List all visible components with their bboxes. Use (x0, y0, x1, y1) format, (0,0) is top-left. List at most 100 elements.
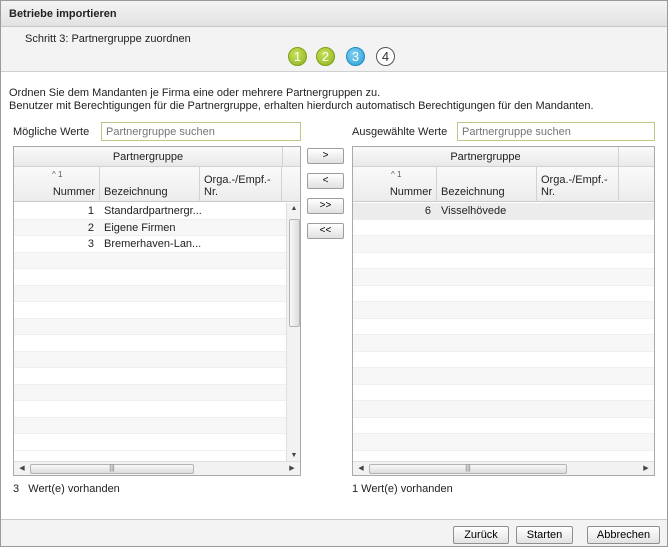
row-bezeichnung: Visselhövede (441, 205, 507, 217)
window-title: Betriebe importieren (1, 1, 667, 27)
right-hscroll-thumb[interactable]: ||| (369, 464, 567, 474)
left-count-number: 3 (13, 483, 20, 495)
empty-row (353, 220, 654, 236)
right-search-input[interactable] (457, 122, 655, 141)
remove-all-button[interactable]: << (307, 223, 344, 239)
right-col-nummer-label: Nummer (389, 186, 432, 198)
left-col-orga[interactable]: Orga.-/Empf.-Nr. (200, 167, 282, 202)
add-selected-button[interactable]: > (307, 148, 344, 164)
empty-row (353, 236, 654, 253)
left-header-spacer (282, 147, 300, 167)
remove-selected-button[interactable]: < (307, 173, 344, 189)
empty-row (353, 286, 654, 302)
row-nummer: 1 (87, 205, 94, 217)
selected-values-grid: Partnergruppe ^ 1 Nummer Bezeichnung Org… (352, 146, 655, 476)
step-4-indicator: 4 (376, 47, 395, 66)
scroll-right-icon[interactable]: ▶ (286, 464, 298, 472)
empty-row (353, 368, 654, 385)
left-search-input[interactable] (101, 122, 301, 141)
left-rows: 1 Standardpartnergr... 2 Eigene Firmen 3 Br… (14, 203, 286, 451)
row-bezeichnung: Bremerhaven-Lan... (104, 238, 202, 250)
back-button[interactable]: Zurück (453, 526, 509, 544)
scroll-left-icon[interactable]: ◀ (355, 464, 367, 472)
left-group-header: Partnergruppe (14, 147, 282, 167)
table-row[interactable]: 3 Bremerhaven-Lan... (14, 236, 286, 253)
empty-row (353, 434, 654, 451)
empty-row (353, 269, 654, 286)
scroll-down-icon[interactable]: ▼ (288, 452, 300, 459)
empty-row (14, 351, 286, 368)
empty-row (14, 302, 286, 319)
right-count: 1 Wert(e) vorhanden (352, 483, 453, 495)
right-col-orga[interactable]: Orga.-/Empf.-Nr. (537, 167, 619, 202)
left-col-nummer[interactable]: ^ 1 Nummer (14, 167, 100, 202)
empty-row (14, 269, 286, 286)
scroll-right-icon[interactable]: ▶ (640, 464, 652, 472)
left-count-text: Wert(e) vorhanden (28, 483, 120, 495)
step-1-indicator[interactable]: 1 (288, 47, 307, 66)
empty-row (14, 434, 286, 451)
left-col-bezeichnung-label: Bezeichnung (104, 186, 168, 198)
dialog-footer: Zurück Starten Abbrechen (1, 519, 667, 546)
empty-row (14, 285, 286, 302)
empty-row (14, 401, 286, 418)
start-button[interactable]: Starten (516, 526, 573, 544)
instructions: Ordnen Sie dem Mandanten je Firma eine o… (9, 87, 594, 113)
right-col-bezeichnung[interactable]: Bezeichnung (437, 167, 537, 202)
row-bezeichnung: Eigene Firmen (104, 221, 176, 234)
left-hscroll-thumb[interactable]: ||| (30, 464, 194, 474)
left-vscroll-thumb[interactable] (289, 219, 300, 327)
row-bezeichnung: Standardpartnergr... (104, 205, 202, 217)
empty-row (353, 335, 654, 352)
empty-row (353, 418, 654, 434)
right-horizontal-scrollbar[interactable]: ◀ ||| ▶ (353, 461, 654, 475)
instructions-line-1: Ordnen Sie dem Mandanten je Firma eine o… (9, 87, 381, 99)
empty-row (353, 352, 654, 368)
scroll-up-icon[interactable]: ▲ (288, 205, 300, 212)
empty-row (14, 252, 286, 269)
import-dialog: Betriebe importieren Schritt 3: Partnerg… (0, 0, 668, 547)
table-row[interactable]: 1 Standardpartnergr... (14, 203, 286, 220)
available-values-label: Mögliche Werte (13, 126, 90, 138)
right-col-nummer[interactable]: ^ 1 Nummer (353, 167, 437, 202)
right-col-orga-label: Orga.-/Empf.-Nr. (541, 174, 608, 198)
available-values-grid: Partnergruppe ^ 1 Nummer Bezeichnung Org… (13, 146, 301, 476)
empty-row (14, 384, 286, 401)
cancel-button[interactable]: Abbrechen (587, 526, 660, 544)
step-3-indicator: 3 (346, 47, 365, 66)
empty-row (14, 417, 286, 434)
sort-ascending-icon: ^ 1 (391, 170, 402, 179)
empty-row (353, 253, 654, 269)
table-row[interactable]: 2 Eigene Firmen (14, 219, 286, 236)
empty-row (353, 302, 654, 319)
empty-row (353, 401, 654, 418)
instructions-line-2: Benutzer mit Berechtigungen für die Part… (9, 100, 594, 112)
empty-row (14, 318, 286, 335)
step-label: Schritt 3: Partnergruppe zuordnen (25, 33, 191, 45)
left-count: 3 Wert(e) vorhanden (13, 483, 120, 495)
right-column-headers: ^ 1 Nummer Bezeichnung Orga.-/Empf.-Nr. (353, 167, 654, 202)
right-group-header: Partnergruppe (353, 147, 618, 167)
add-all-button[interactable]: >> (307, 198, 344, 214)
right-rows: 6 Visselhövede (353, 203, 654, 451)
empty-row (353, 319, 654, 335)
left-vertical-scrollbar[interactable]: ▲ ▼ (286, 203, 300, 461)
empty-row (14, 368, 286, 385)
row-nummer: 6 (424, 205, 431, 217)
sort-ascending-icon: ^ 1 (52, 170, 63, 179)
row-nummer: 2 (87, 221, 94, 234)
left-col-bezeichnung[interactable]: Bezeichnung (100, 167, 200, 202)
empty-row (353, 385, 654, 401)
right-header-spacer (618, 147, 654, 167)
left-col-nummer-label: Nummer (52, 186, 95, 198)
wizard-step-bar: Schritt 3: Partnergruppe zuordnen 1 2 3 … (1, 27, 667, 72)
row-nummer: 3 (87, 238, 94, 250)
selected-values-label: Ausgewählte Werte (352, 126, 448, 138)
step-2-indicator[interactable]: 2 (316, 47, 335, 66)
right-col-bezeichnung-label: Bezeichnung (441, 186, 505, 198)
scroll-left-icon[interactable]: ◀ (16, 464, 28, 472)
left-horizontal-scrollbar[interactable]: ◀ ||| ▶ (14, 461, 300, 475)
table-row[interactable]: 6 Visselhövede (353, 203, 654, 220)
empty-row (14, 335, 286, 352)
left-column-headers: ^ 1 Nummer Bezeichnung Orga.-/Empf.-Nr. (14, 167, 300, 202)
